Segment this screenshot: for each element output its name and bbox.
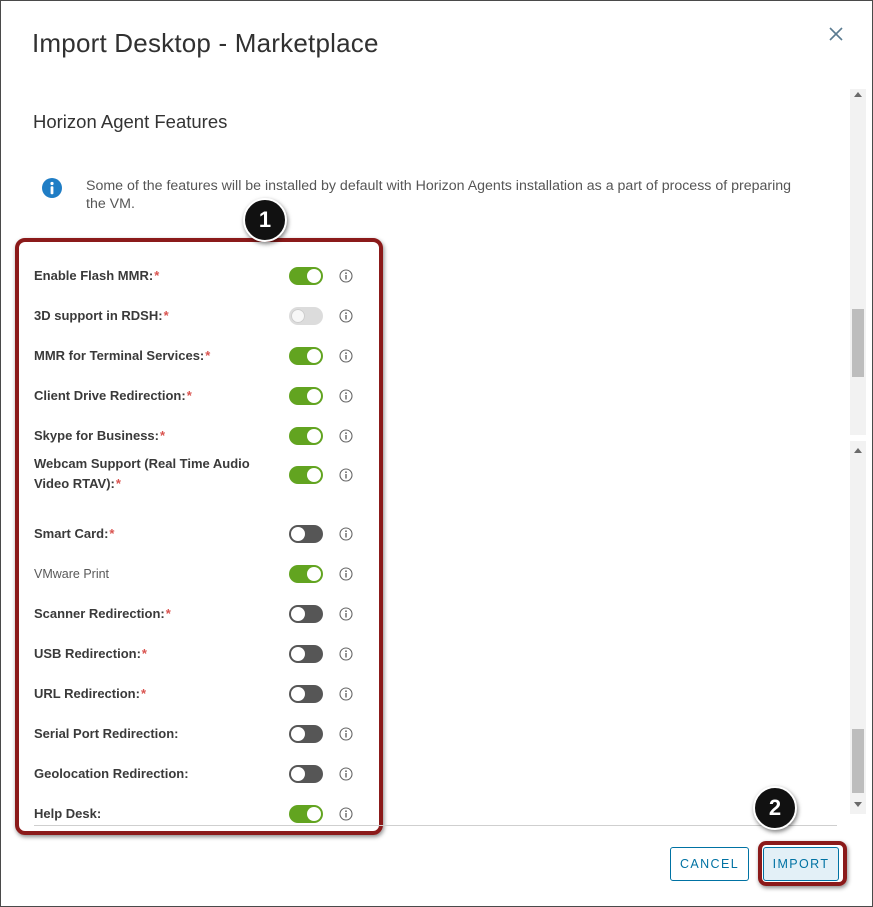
required-asterisk: * bbox=[186, 388, 192, 403]
feature-label-text: MMR for Terminal Services: bbox=[34, 348, 205, 363]
feature-toggle[interactable] bbox=[289, 387, 323, 405]
feature-label: VMware Print bbox=[34, 564, 284, 584]
info-circle-icon[interactable] bbox=[339, 567, 353, 581]
toggle-knob bbox=[291, 727, 305, 741]
required-asterisk: * bbox=[141, 646, 147, 661]
info-text: Some of the features will be installed b… bbox=[86, 178, 792, 212]
toggle-knob bbox=[291, 527, 305, 541]
feature-toggle[interactable] bbox=[289, 605, 323, 623]
feature-label-text: USB Redirection: bbox=[34, 646, 141, 661]
info-circle-icon bbox=[42, 178, 62, 198]
scrollbar-lower[interactable] bbox=[850, 441, 866, 814]
feature-toggle[interactable] bbox=[289, 805, 323, 823]
info-circle-icon[interactable] bbox=[339, 647, 353, 661]
feature-label-text: Help Desk: bbox=[34, 806, 102, 821]
feature-label-text: Serial Port Redirection: bbox=[34, 726, 179, 741]
feature-label-text: VMware Print bbox=[34, 567, 110, 581]
step-1-badge: 1 bbox=[243, 198, 287, 242]
scroll-up-arrow-icon[interactable] bbox=[854, 448, 862, 453]
import-button[interactable]: IMPORT bbox=[763, 847, 839, 881]
info-circle-icon[interactable] bbox=[339, 429, 353, 443]
toggle-knob bbox=[291, 767, 305, 781]
info-circle-icon[interactable] bbox=[339, 607, 353, 621]
required-asterisk: * bbox=[165, 606, 171, 621]
required-asterisk: * bbox=[115, 476, 121, 491]
feature-toggle[interactable] bbox=[289, 765, 323, 783]
feature-toggle[interactable] bbox=[289, 466, 323, 484]
info-circle-icon[interactable] bbox=[339, 389, 353, 403]
feature-label: USB Redirection:* bbox=[34, 644, 284, 664]
toggle-knob bbox=[307, 567, 321, 581]
feature-label-text: Client Drive Redirection: bbox=[34, 388, 186, 403]
cancel-button[interactable]: CANCEL bbox=[670, 847, 749, 881]
feature-toggle[interactable] bbox=[289, 427, 323, 445]
toggle-knob bbox=[307, 389, 321, 403]
feature-label: Client Drive Redirection:* bbox=[34, 386, 284, 406]
required-asterisk: * bbox=[205, 348, 211, 363]
info-circle-icon[interactable] bbox=[339, 309, 353, 323]
info-circle-icon[interactable] bbox=[339, 527, 353, 541]
info-circle-icon[interactable] bbox=[339, 269, 353, 283]
feature-label: Skype for Business:* bbox=[34, 426, 284, 446]
toggle-knob bbox=[291, 607, 305, 621]
info-circle-icon[interactable] bbox=[339, 767, 353, 781]
scrollbar-thumb[interactable] bbox=[852, 309, 864, 377]
scroll-up-arrow-icon[interactable] bbox=[854, 92, 862, 97]
feature-label: Help Desk: bbox=[34, 804, 284, 824]
toggle-knob bbox=[307, 429, 321, 443]
feature-label-text: Skype for Business: bbox=[34, 428, 159, 443]
info-circle-icon[interactable] bbox=[339, 807, 353, 821]
feature-label-text: Scanner Redirection: bbox=[34, 606, 165, 621]
feature-toggle[interactable] bbox=[289, 645, 323, 663]
feature-toggle[interactable] bbox=[289, 685, 323, 703]
feature-label: URL Redirection:* bbox=[34, 684, 284, 704]
feature-label-text: URL Redirection: bbox=[34, 686, 140, 701]
feature-label-text: Enable Flash MMR: bbox=[34, 268, 154, 283]
toggle-knob bbox=[291, 687, 305, 701]
feature-toggle[interactable] bbox=[289, 267, 323, 285]
feature-label: MMR for Terminal Services:* bbox=[34, 346, 284, 366]
toggle-knob bbox=[307, 349, 321, 363]
feature-label-text: Webcam Support (Real Time Audio Video RT… bbox=[34, 456, 250, 491]
feature-toggle[interactable] bbox=[289, 347, 323, 365]
scroll-down-arrow-icon[interactable] bbox=[854, 802, 862, 807]
feature-label-text: Smart Card: bbox=[34, 526, 109, 541]
import-desktop-dialog: Import Desktop - Marketplace Horizon Age… bbox=[0, 0, 873, 907]
footer-divider bbox=[34, 825, 837, 826]
info-circle-icon[interactable] bbox=[339, 349, 353, 363]
feature-label-text: 3D support in RDSH: bbox=[34, 308, 163, 323]
step-2-badge: 2 bbox=[753, 786, 797, 830]
required-asterisk: * bbox=[140, 686, 146, 701]
feature-label: Smart Card:* bbox=[34, 524, 284, 544]
feature-toggle bbox=[289, 307, 323, 325]
toggle-knob bbox=[307, 468, 321, 482]
info-circle-icon[interactable] bbox=[339, 468, 353, 482]
feature-label: Geolocation Redirection: bbox=[34, 764, 284, 784]
feature-toggle[interactable] bbox=[289, 565, 323, 583]
feature-toggle[interactable] bbox=[289, 525, 323, 543]
scrollbar-thumb[interactable] bbox=[852, 729, 864, 793]
feature-label: 3D support in RDSH:* bbox=[34, 306, 284, 326]
feature-label: Webcam Support (Real Time Audio Video RT… bbox=[34, 454, 274, 494]
features-list: Enable Flash MMR:* 3D support in RDSH:* MM… bbox=[15, 238, 381, 831]
section-title: Horizon Agent Features bbox=[33, 111, 228, 132]
toggle-knob bbox=[307, 807, 321, 821]
info-circle-icon[interactable] bbox=[339, 727, 353, 741]
feature-toggle[interactable] bbox=[289, 725, 323, 743]
feature-label: Enable Flash MMR:* bbox=[34, 266, 284, 286]
toggle-knob bbox=[291, 309, 305, 323]
required-asterisk: * bbox=[163, 308, 169, 323]
required-asterisk: * bbox=[160, 428, 166, 443]
required-asterisk: * bbox=[154, 268, 160, 283]
toggle-knob bbox=[307, 269, 321, 283]
toggle-knob bbox=[291, 647, 305, 661]
feature-label-text: Geolocation Redirection: bbox=[34, 766, 189, 781]
required-asterisk: * bbox=[109, 526, 115, 541]
close-icon[interactable] bbox=[827, 25, 845, 43]
dialog-title: Import Desktop - Marketplace bbox=[32, 28, 379, 58]
info-circle-icon[interactable] bbox=[339, 687, 353, 701]
feature-label: Scanner Redirection:* bbox=[34, 604, 284, 624]
scrollbar-upper[interactable] bbox=[850, 89, 866, 435]
feature-label: Serial Port Redirection: bbox=[34, 724, 284, 744]
